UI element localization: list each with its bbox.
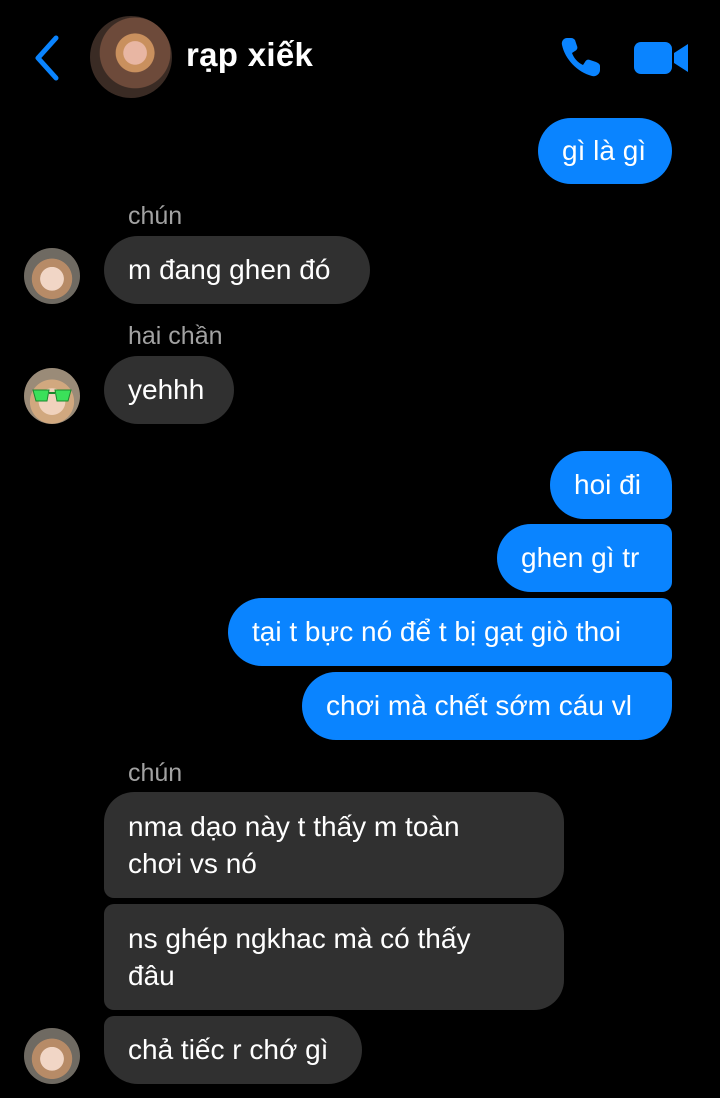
video-camera-icon[interactable] (632, 38, 690, 78)
chevron-left-icon[interactable] (28, 32, 68, 84)
group-avatar[interactable] (90, 16, 172, 98)
sender-avatar[interactable] (24, 1028, 80, 1084)
message-text: yehhh (128, 374, 205, 405)
message-bubble-incoming[interactable]: ns ghép ngkhac mà có thấy đâu (104, 904, 564, 1010)
sender-name: hai chần (128, 322, 223, 350)
message-bubble-incoming[interactable]: chả tiếc r chớ gì (104, 1016, 362, 1084)
message-text-line: chơi vs nó (128, 848, 257, 879)
message-text: chả tiếc r chớ gì (128, 1034, 329, 1065)
message-text-line: ns ghép ngkhac mà có thấy (128, 923, 471, 954)
message-text: tại t bực nó để t bị gạt giò thoi (252, 616, 621, 647)
message-text: m đang ghen đó (128, 254, 331, 285)
message-text: hoi đi (574, 469, 641, 500)
sender-name: chún (128, 202, 183, 230)
message-bubble-outgoing[interactable]: ghen gì tr (497, 524, 672, 592)
message-text-line: nma dạo này t thấy m toàn (128, 811, 460, 842)
message-bubble-outgoing[interactable]: hoi đi (550, 451, 672, 519)
message-bubble-incoming[interactable]: yehhh (104, 356, 234, 424)
message-bubble-incoming[interactable]: m đang ghen đó (104, 236, 370, 304)
conversation-header: rạp xiếk (0, 0, 720, 110)
message-text: gì là gì (562, 135, 647, 166)
conversation-title[interactable]: rạp xiếk (186, 36, 313, 74)
message-bubble-outgoing[interactable]: tại t bực nó để t bị gạt giò thoi (228, 598, 672, 666)
message-text-line: đâu (128, 960, 175, 991)
phone-icon[interactable] (558, 34, 604, 80)
message-bubble-outgoing[interactable]: gì là gì (538, 118, 672, 184)
message-text: chơi mà chết sớm cáu vl (326, 690, 632, 721)
sender-name: chún (128, 759, 183, 787)
message-bubble-incoming[interactable]: nma dạo này t thấy m toàn chơi vs nó (104, 792, 564, 898)
message-bubble-outgoing[interactable]: chơi mà chết sớm cáu vl (302, 672, 672, 740)
sender-avatar[interactable] (24, 248, 80, 304)
sender-avatar[interactable] (24, 368, 80, 424)
message-text: ghen gì tr (521, 542, 640, 573)
sunglasses-icon (32, 389, 72, 402)
